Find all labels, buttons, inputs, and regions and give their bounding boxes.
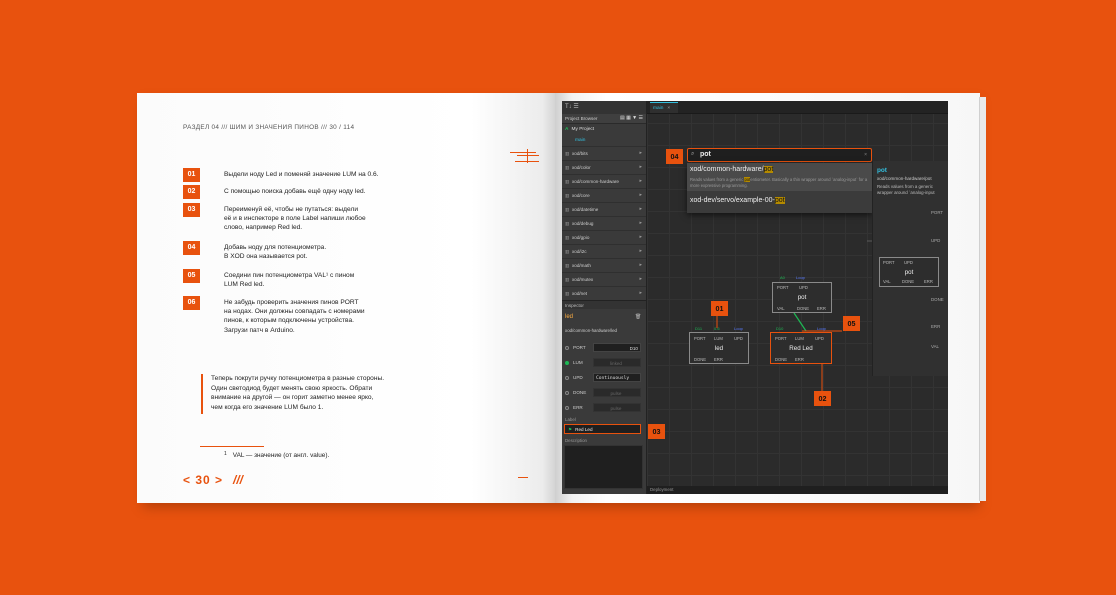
callout-03: 03 bbox=[648, 424, 665, 439]
callout-05: 05 bbox=[843, 316, 860, 331]
info-node-pot: PORT UPD pot VAL DONE ERR bbox=[879, 257, 939, 287]
node-name: led bbox=[714, 345, 724, 352]
pin-label: VAL bbox=[777, 306, 785, 311]
pin-value-label: A0 bbox=[780, 275, 785, 280]
node-pot[interactable]: PORT UPD pot VAL DONE ERR bbox=[772, 282, 832, 313]
node-name: pot bbox=[797, 294, 807, 301]
pin-label: LUM bbox=[795, 336, 804, 341]
desc-part: Reads values from a generic bbox=[690, 177, 745, 182]
step-number: 04 bbox=[183, 241, 200, 255]
pin-label: VAL bbox=[883, 279, 891, 284]
quote-text: Теперь покрути ручку потенциометра в раз… bbox=[211, 375, 385, 411]
page-edge bbox=[979, 97, 986, 501]
clear-icon[interactable]: × bbox=[864, 152, 867, 158]
pin-label: PORT bbox=[777, 285, 789, 290]
footnote: 1 VAL — значение (от англ. value). bbox=[224, 451, 330, 459]
info-title: pot bbox=[877, 167, 887, 174]
pin-value-label: D11 bbox=[695, 326, 703, 331]
step-text: Добавь ноду для потенциометра. В XOD она… bbox=[224, 244, 327, 261]
pin-value-label: Loop bbox=[817, 326, 826, 331]
pin-label: DONE bbox=[797, 306, 810, 311]
decor-line bbox=[510, 152, 536, 153]
pin-label: DONE bbox=[775, 357, 788, 362]
node-name: pot bbox=[904, 269, 914, 276]
pin-label: UPD bbox=[815, 336, 824, 341]
info-pin: UPD bbox=[931, 238, 941, 243]
pin-label: ERR bbox=[714, 357, 723, 362]
pin-label: ERR bbox=[795, 357, 804, 362]
pin-label: PORT bbox=[883, 260, 895, 265]
info-pin: PORT bbox=[931, 210, 944, 215]
info-path: xod/common-hardware/pot bbox=[877, 176, 932, 181]
suggestion-prefix: xod-dev/servo/example-00- bbox=[690, 197, 775, 204]
callout-01: 01 bbox=[711, 301, 728, 316]
suggestion-prefix: xod/common-hardware/ bbox=[690, 166, 764, 173]
info-pin: VAL bbox=[931, 344, 939, 349]
pin-label: PORT bbox=[694, 336, 706, 341]
node-red-led[interactable]: PORT LUM UPD Red Led DONE ERR bbox=[770, 332, 832, 364]
step-number: 06 bbox=[183, 296, 200, 310]
step-text: Переименуй её, чтобы не путаться: выдели… bbox=[224, 206, 366, 232]
callout-04: 04 bbox=[666, 149, 683, 164]
page-number: < 30 > bbox=[183, 473, 224, 487]
left-page: РАЗДЕЛ 04 /// ШИМ И ЗНАЧЕНИЯ ПИНОВ /// 3… bbox=[137, 93, 555, 503]
pin-label: DONE bbox=[902, 279, 915, 284]
node-led[interactable]: PORT LUM UPD led DONE ERR bbox=[689, 332, 749, 364]
pin-label: PORT bbox=[775, 336, 787, 341]
decor-line bbox=[515, 161, 539, 162]
pin-label: UPD bbox=[904, 260, 913, 265]
step-number: 01 bbox=[183, 168, 200, 182]
suggestion-description: Reads values from a generic potentiomete… bbox=[690, 177, 870, 188]
info-pin: ERR bbox=[931, 324, 941, 329]
suggestion-match: pot bbox=[763, 166, 774, 173]
pin-value-label: 0.6 bbox=[714, 326, 720, 331]
pin-label: ERR bbox=[924, 279, 933, 284]
decor-line bbox=[517, 155, 539, 156]
step-number: 02 bbox=[183, 185, 200, 199]
pin-label: ERR bbox=[817, 306, 826, 311]
suggestion-title: xod/common-hardware/pot bbox=[690, 166, 774, 173]
pin-label: UPD bbox=[799, 285, 808, 290]
step-text: Соедини пин потенциометра VAL¹ с пином L… bbox=[224, 272, 355, 289]
suggestion-item[interactable]: xod/common-hardware/pot Reads values fro… bbox=[687, 163, 872, 191]
footnote-text: VAL — значение (от англ. value). bbox=[232, 452, 330, 459]
pin-value-label: Loop bbox=[796, 275, 805, 280]
search-query: pot bbox=[700, 151, 711, 158]
search-input[interactable]: ⌕ pot × bbox=[687, 148, 872, 162]
step-text: Не забудь проверить значения пинов PORT … bbox=[224, 299, 365, 334]
search-icon: ⌕ bbox=[691, 151, 695, 157]
suggestion-item[interactable]: xod-dev/servo/example-00-pot bbox=[690, 197, 785, 204]
callout-02: 02 bbox=[814, 391, 831, 406]
step-text: С помощью поиска добавь ещё одну ноду le… bbox=[224, 188, 366, 195]
step-number: 05 bbox=[183, 269, 200, 283]
pin-value-label: Loop bbox=[734, 326, 743, 331]
info-pin: DONE bbox=[931, 297, 944, 302]
node-name: Red Led bbox=[789, 345, 813, 352]
link-wire bbox=[793, 312, 807, 332]
pin-label: DONE bbox=[694, 357, 707, 362]
decor-line bbox=[518, 477, 528, 478]
pin-label: UPD bbox=[734, 336, 743, 341]
suggestion-match: pot bbox=[774, 197, 785, 204]
pin-label: LUM bbox=[714, 336, 723, 341]
quote-bar bbox=[201, 374, 203, 414]
running-head: РАЗДЕЛ 04 /// ШИМ И ЗНАЧЕНИЯ ПИНОВ /// 3… bbox=[183, 124, 355, 131]
step-text: Выдели ноду Led и поменяй значение LUM н… bbox=[224, 171, 379, 178]
search-suggestions: xod/common-hardware/pot Reads values fro… bbox=[687, 163, 872, 213]
footnote-rule bbox=[200, 446, 264, 447]
footnote-number: 1 bbox=[224, 451, 227, 457]
ide-screenshot: T↓ ☰ Project Browser ▤ ▦ ▼ ☰ A My Project … bbox=[562, 101, 948, 494]
step-number: 03 bbox=[183, 203, 200, 217]
pin-value-label: D10 bbox=[776, 326, 784, 331]
page-slashes: /// bbox=[233, 473, 244, 487]
info-description: Reads values from a generic wrapper arou… bbox=[877, 184, 935, 195]
node-info-panel: pot xod/common-hardware/pot Reads values… bbox=[872, 161, 948, 376]
